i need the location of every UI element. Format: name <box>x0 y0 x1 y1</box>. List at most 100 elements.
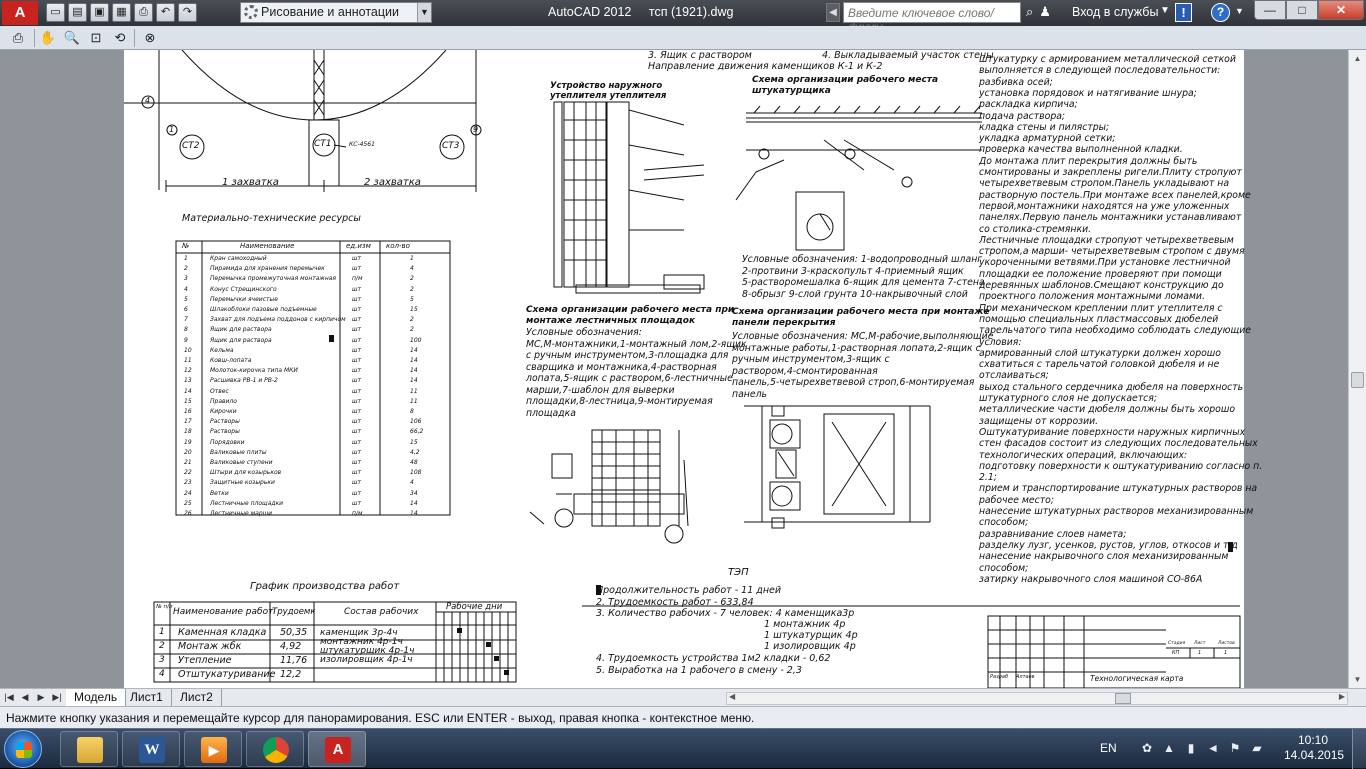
action-center-icon[interactable]: ⚑ <box>1228 741 1242 755</box>
search-input[interactable]: Введите ключевое слово/фразу <box>843 2 1021 34</box>
table-cell: 4 <box>410 265 414 273</box>
plot-icon[interactable]: ⎙ <box>134 3 153 22</box>
maximize-button[interactable]: □ <box>1286 0 1318 20</box>
undo-icon[interactable]: ↶ <box>156 3 175 22</box>
table-cell: шт <box>352 459 361 466</box>
command-line[interactable]: Нажмите кнопку указания и перемещайте ку… <box>0 706 1366 728</box>
table-cell: 6 <box>184 306 188 313</box>
tab-sheet1[interactable]: Лист1 <box>122 689 172 706</box>
sign-in-button[interactable]: Вход в службы <box>1072 5 1158 19</box>
zoom-original-icon[interactable]: ⟲ <box>110 28 130 48</box>
scroll-up-icon[interactable]: ▲ <box>1349 50 1366 67</box>
scroll-left-icon[interactable]: ◀ <box>729 692 735 701</box>
chevron-down-icon[interactable]: ▼ <box>1160 5 1170 16</box>
show-desktop-button[interactable] <box>1352 729 1366 769</box>
language-indicator[interactable]: EN <box>1100 741 1117 755</box>
next-tab-icon[interactable]: ▶ <box>34 690 48 705</box>
table-cell: 4,92 <box>280 641 302 652</box>
user-icon[interactable]: ♟ <box>1039 4 1051 20</box>
table-cell: 24 <box>184 489 192 497</box>
first-tab-icon[interactable]: |◀ <box>2 690 16 705</box>
note-line: стропом,а марши- четырехветвевым стропом… <box>979 246 1245 258</box>
redo-icon[interactable]: ↷ <box>178 3 197 22</box>
table-cell: 1 <box>410 255 414 262</box>
start-button[interactable] <box>4 730 42 768</box>
table-cell: 22 <box>184 469 192 477</box>
zoom-icon[interactable]: 🔍 <box>62 28 82 48</box>
scroll-down-icon[interactable]: ▼ <box>1349 671 1366 688</box>
table-cell: 14 <box>410 510 418 517</box>
table-cell: шт <box>352 295 361 303</box>
table-cell: Молоток-кирочка типа МКИ <box>210 367 298 375</box>
application-menu-button[interactable]: A <box>2 1 38 25</box>
network-icon[interactable]: ▮ <box>1184 741 1198 755</box>
table-cell: 3 <box>184 275 188 283</box>
tab-model[interactable]: Модель <box>66 689 127 706</box>
zoom-window-icon[interactable]: ⊡ <box>86 28 106 48</box>
table-header: Трудоемк <box>272 607 316 617</box>
note-line: разделку лузг, усенков, рустов, углов, о… <box>979 539 1238 551</box>
table-cell: шт <box>352 255 361 262</box>
horizontal-scrollbar[interactable]: ◀ ▶ <box>726 692 1348 705</box>
note-line: выход стального сердечника дюбеля на пов… <box>979 381 1244 393</box>
legend-line: панель <box>732 388 767 400</box>
minimize-button[interactable]: — <box>1254 0 1286 20</box>
chevron-down-icon[interactable]: ▼ <box>1235 6 1244 16</box>
table-cell: шт <box>352 499 361 507</box>
clock-time: 10:10 <box>1297 733 1329 747</box>
scheme-title: штукатурщика <box>752 86 831 96</box>
plot-icon[interactable]: ⎙ <box>8 28 28 48</box>
help-icon[interactable]: ? <box>1211 3 1230 22</box>
prev-tab-icon[interactable]: ◀ <box>18 690 32 705</box>
clock[interactable]: 10:10 14.04.2015 <box>1284 733 1344 763</box>
workspace-select[interactable]: Рисование и аннотации ▼ <box>240 2 432 23</box>
legend-line: площадка <box>526 407 576 419</box>
table-cell: Кирочки <box>210 408 237 415</box>
vertical-scrollbar[interactable]: ▲ ▼ <box>1348 50 1366 688</box>
table-cell: шт <box>352 408 361 415</box>
table-cell: 2 <box>410 326 414 334</box>
binoculars-icon[interactable]: ⌕ <box>1026 4 1033 20</box>
table-cell: 14 <box>410 499 418 507</box>
table-cell: Штыри для козырьков <box>210 469 282 477</box>
exchange-icon[interactable]: ! <box>1175 3 1192 22</box>
pan-icon[interactable]: ✋ <box>38 28 58 48</box>
save-as-icon[interactable]: ▦ <box>112 3 131 22</box>
scrollbar-thumb[interactable] <box>1351 372 1364 388</box>
zone-label: 2 захватка <box>364 177 421 188</box>
table-cell: Ветки <box>210 489 229 497</box>
scroll-right-icon[interactable]: ▶ <box>1339 692 1345 701</box>
taskbar-media-player[interactable]: ▶ <box>184 731 242 767</box>
table-cell: шт <box>352 428 361 436</box>
taskbar-chrome[interactable] <box>246 731 304 767</box>
tab-sheet2[interactable]: Лист2 <box>172 689 222 706</box>
scheme-title: монтаже лестничных площадок <box>526 316 696 326</box>
table-cell: 48 <box>410 459 418 466</box>
show-hidden-icons[interactable]: ▲ <box>1162 741 1176 755</box>
close-preview-icon[interactable]: ⊗ <box>140 28 160 48</box>
separator <box>34 29 35 47</box>
open-icon[interactable]: ▤ <box>68 3 87 22</box>
table-cell: 10 <box>184 346 192 354</box>
taskbar-word[interactable]: W <box>122 731 180 767</box>
taskbar-autocad[interactable]: A <box>308 731 366 767</box>
tray-app-icon[interactable]: ✿ <box>1140 741 1154 755</box>
note-line: штукатурного слоя не допускается; <box>979 393 1157 404</box>
table-cell: Ящик для раствора <box>210 326 272 334</box>
scrollbar-thumb[interactable] <box>1115 693 1131 704</box>
volume-icon[interactable]: ◄ <box>1206 741 1220 755</box>
table-cell: 13 <box>184 377 192 385</box>
power-icon[interactable]: ▰ <box>1250 741 1264 755</box>
table-cell: Конус Стрещинского <box>210 285 277 293</box>
table-cell: 8 <box>410 408 414 415</box>
info-center-collapse-icon[interactable]: ◀ <box>826 3 840 22</box>
taskbar-explorer[interactable] <box>60 731 118 767</box>
new-icon[interactable]: ▭ <box>46 3 65 22</box>
drawing-viewport[interactable]: 4 1 9 СТ2 СТ1 СТ3 КС-4561 1 захватка 2 з… <box>0 50 1348 688</box>
save-icon[interactable]: ▣ <box>90 3 109 22</box>
note-line: Лестничные площадки стропуют четырехветв… <box>979 234 1234 246</box>
table-cell: Захват для подъема поддонов с кирпичом <box>210 316 346 324</box>
legend-line: Условные обозначения: МС,М-рабочие,выпол… <box>732 331 994 342</box>
close-button[interactable]: ✕ <box>1318 0 1364 20</box>
last-tab-icon[interactable]: ▶| <box>50 690 64 705</box>
